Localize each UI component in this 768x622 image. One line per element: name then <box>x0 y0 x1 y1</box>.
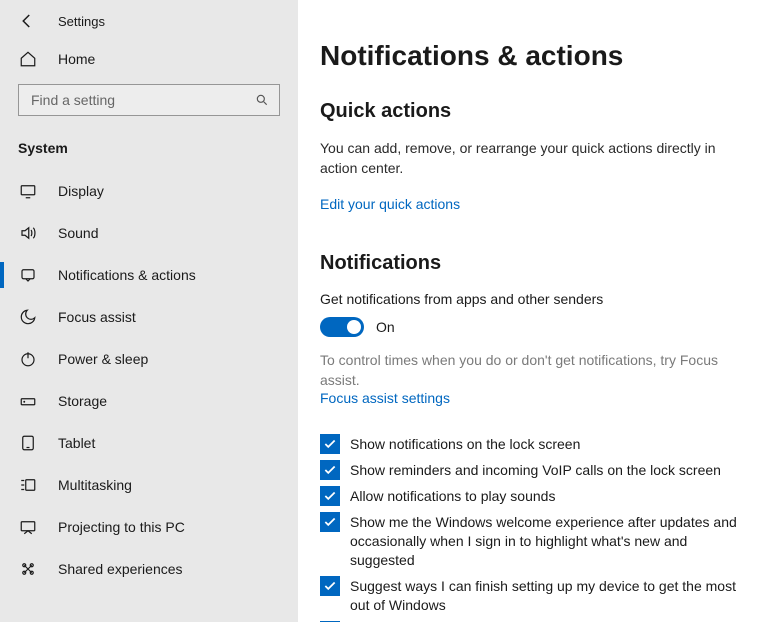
sidebar-item-label: Storage <box>58 393 107 409</box>
back-arrow-icon[interactable] <box>18 12 36 30</box>
shared-icon <box>18 560 38 578</box>
quick-actions-heading: Quick actions <box>320 100 748 123</box>
sidebar-item-display[interactable]: Display <box>0 170 298 212</box>
sidebar-item-label: Multitasking <box>58 477 132 493</box>
quick-actions-section: Quick actions You can add, remove, or re… <box>320 100 748 212</box>
sidebar-home[interactable]: Home <box>0 40 298 78</box>
sidebar-item-storage[interactable]: Storage <box>0 380 298 422</box>
projecting-icon <box>18 518 38 536</box>
sidebar-item-label: Display <box>58 183 104 199</box>
sidebar-item-label: Sound <box>58 225 98 241</box>
checkbox[interactable] <box>320 576 340 596</box>
page-title: Notifications & actions <box>320 40 748 72</box>
sidebar-home-label: Home <box>58 51 95 67</box>
notifications-toggle-group: On <box>320 317 748 337</box>
notifications-toggle[interactable] <box>320 317 364 337</box>
checkbox[interactable] <box>320 512 340 532</box>
tablet-icon <box>18 434 38 452</box>
checkbox[interactable] <box>320 460 340 480</box>
sidebar-item-multitasking[interactable]: Multitasking <box>0 464 298 506</box>
sidebar-section-title: System <box>0 126 298 164</box>
quick-actions-desc: You can add, remove, or rearrange your q… <box>320 139 740 178</box>
option-welcome-experience: Show me the Windows welcome experience a… <box>320 512 748 570</box>
search-container <box>0 78 298 126</box>
checkbox-label: Suggest ways I can finish setting up my … <box>350 576 748 615</box>
multitasking-icon <box>18 476 38 494</box>
sidebar-item-label: Shared experiences <box>58 561 183 577</box>
search-box[interactable] <box>18 84 280 116</box>
sidebar-item-focus-assist[interactable]: Focus assist <box>0 296 298 338</box>
storage-icon <box>18 392 38 410</box>
sidebar-header: Settings <box>0 6 298 40</box>
sidebar-item-projecting[interactable]: Projecting to this PC <box>0 506 298 548</box>
checkbox[interactable] <box>320 486 340 506</box>
search-icon <box>255 93 269 107</box>
focus-assist-link[interactable]: Focus assist settings <box>320 390 450 406</box>
sidebar-item-tablet[interactable]: Tablet <box>0 422 298 464</box>
sidebar: Settings Home System Display Sound <box>0 0 298 622</box>
moon-icon <box>18 308 38 326</box>
sidebar-item-shared[interactable]: Shared experiences <box>0 548 298 590</box>
checkbox-label: Show notifications on the lock screen <box>350 434 580 454</box>
edit-quick-actions-link[interactable]: Edit your quick actions <box>320 196 460 212</box>
focus-assist-note: To control times when you do or don't ge… <box>320 351 748 390</box>
sidebar-item-power-sleep[interactable]: Power & sleep <box>0 338 298 380</box>
home-icon <box>18 50 38 68</box>
nav-list: Display Sound Notifications & actions Fo… <box>0 170 298 590</box>
search-input[interactable] <box>29 91 255 109</box>
app-title: Settings <box>58 14 105 29</box>
notifications-subtitle: Get notifications from apps and other se… <box>320 291 748 307</box>
sidebar-item-sound[interactable]: Sound <box>0 212 298 254</box>
sidebar-item-label: Notifications & actions <box>58 267 196 283</box>
power-icon <box>18 350 38 368</box>
sidebar-item-notifications[interactable]: Notifications & actions <box>0 254 298 296</box>
monitor-icon <box>18 182 38 200</box>
sidebar-item-label: Tablet <box>58 435 95 451</box>
notifications-heading: Notifications <box>320 252 748 275</box>
sidebar-item-label: Power & sleep <box>58 351 148 367</box>
sidebar-item-label: Projecting to this PC <box>58 519 185 535</box>
notifications-toggle-label: On <box>376 319 395 335</box>
notification-icon <box>18 266 38 284</box>
checkbox-label: Show reminders and incoming VoIP calls o… <box>350 460 721 480</box>
content: Notifications & actions Quick actions Yo… <box>298 0 768 622</box>
checkbox-label: Show me the Windows welcome experience a… <box>350 512 748 570</box>
option-play-sounds: Allow notifications to play sounds <box>320 486 748 506</box>
checkbox-label: Allow notifications to play sounds <box>350 486 555 506</box>
checkbox[interactable] <box>320 434 340 454</box>
option-finish-setup: Suggest ways I can finish setting up my … <box>320 576 748 615</box>
sidebar-item-label: Focus assist <box>58 309 136 325</box>
option-lock-screen: Show notifications on the lock screen <box>320 434 748 454</box>
notifications-section: Notifications Get notifications from app… <box>320 252 748 622</box>
sound-icon <box>18 224 38 242</box>
option-voip-lock-screen: Show reminders and incoming VoIP calls o… <box>320 460 748 480</box>
